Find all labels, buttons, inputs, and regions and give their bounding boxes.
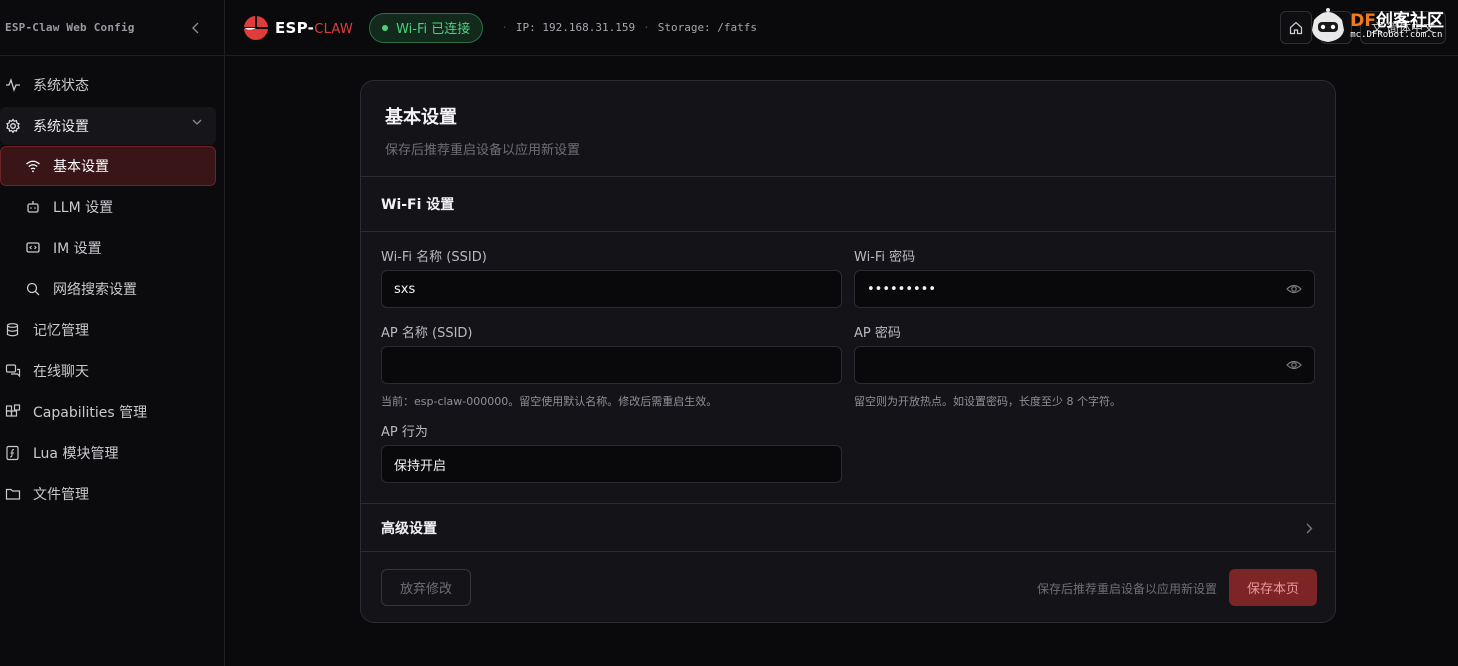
- watermark-url: mc.DFRobot.com.cn: [1350, 30, 1443, 40]
- advanced-settings-label: 高级设置: [381, 520, 437, 537]
- database-icon: [5, 322, 21, 338]
- ap-password-input[interactable]: [854, 346, 1315, 384]
- ap-name-hint: 当前：esp-claw-000000。留空使用默认名称。修改后需重启生效。: [381, 395, 718, 408]
- app-logo: ESP-CLAW: [243, 15, 353, 41]
- dfrobot-watermark: DF创客社区 mc.DFRobot.com.cn: [1308, 6, 1444, 46]
- sidebar-item-label: 文件管理: [33, 486, 89, 503]
- wifi-icon: [25, 158, 41, 174]
- sidebar-item-files[interactable]: 文件管理: [0, 473, 224, 514]
- ssid-value: sxs: [394, 281, 416, 297]
- ap-name-input[interactable]: [381, 346, 842, 384]
- sidebar-item-lua-modules[interactable]: Lua 模块管理: [0, 432, 224, 473]
- gear-icon: [5, 118, 21, 134]
- watermark-title-rest: 创客社区: [1376, 11, 1444, 31]
- sidebar-nav: 系统状态 系统设置 基本设置 LLM 设置 IM 设置 网络搜索设置 记忆管理 …: [0, 56, 224, 514]
- sidebar-item-label: 基本设置: [53, 159, 109, 175]
- sidebar-item-label: 系统设置: [33, 119, 89, 135]
- logo-text: ESP-CLAW: [275, 19, 353, 37]
- separator: ·: [501, 21, 508, 34]
- ssid-input[interactable]: sxs: [381, 270, 842, 308]
- sidebar-item-im-settings[interactable]: IM 设置: [0, 227, 224, 268]
- ap-password-hint: 留空则为开放热点。如设置密码，长度至少 8 个字符。: [854, 395, 1121, 408]
- sidebar-item-label: 记忆管理: [33, 322, 89, 339]
- ssid-field-group: Wi-Fi 名称 (SSID) sxs: [381, 246, 842, 308]
- sidebar-item-label: 在线聊天: [33, 363, 89, 380]
- eye-icon[interactable]: [1286, 282, 1302, 300]
- save-button[interactable]: 保存本页: [1229, 569, 1317, 606]
- topbar: ESP-CLAW Wi-Fi 已连接 · IP: 192.168.31.159 …: [225, 0, 1458, 56]
- sidebar-item-label: LLM 设置: [53, 199, 114, 216]
- logo-icon: [244, 15, 268, 40]
- status-dot-icon: [382, 24, 389, 31]
- password-value: •••••••••: [867, 281, 937, 297]
- ap-behavior-field-group: AP 行为 保持开启: [381, 421, 842, 483]
- logo-main: ESP-: [275, 18, 315, 37]
- chevron-down-icon: [192, 119, 202, 126]
- logo-sub: CLAW: [314, 21, 354, 37]
- sidebar-item-memory[interactable]: 记忆管理: [0, 309, 224, 350]
- home-icon: [1290, 21, 1303, 34]
- activity-icon: [5, 77, 21, 93]
- ip-address: IP: 192.168.31.159: [515, 21, 636, 34]
- ap-behavior-value: 保持开启: [394, 458, 447, 474]
- script-icon: [5, 445, 21, 461]
- ap-name-label: AP 名称 (SSID): [381, 326, 473, 341]
- ap-behavior-label: AP 行为: [381, 425, 428, 440]
- chevron-right-icon: [1306, 522, 1313, 538]
- card-header: 基本设置 保存后推荐重启设备以应用新设置: [361, 81, 1335, 177]
- brand-title: ESP-Claw Web Config: [5, 21, 135, 34]
- password-field-group: Wi-Fi 密码 •••••••••: [854, 246, 1315, 308]
- password-input[interactable]: •••••••••: [854, 270, 1315, 308]
- sidebar-item-label: 网络搜索设置: [53, 281, 137, 298]
- ap-name-field-group: AP 名称 (SSID) 当前：esp-claw-000000。留空使用默认名称…: [381, 322, 842, 409]
- separator: ·: [643, 21, 650, 34]
- blocks-icon: [5, 403, 21, 420]
- sidebar-item-web-search[interactable]: 网络搜索设置: [0, 268, 224, 309]
- storage-path: Storage: /fatfs: [657, 21, 758, 34]
- sidebar-header: ESP-Claw Web Config: [0, 0, 224, 56]
- password-label: Wi-Fi 密码: [854, 250, 916, 265]
- sidebar-item-chat[interactable]: 在线聊天: [0, 350, 224, 391]
- sidebar-item-label: Capabilities 管理: [33, 404, 148, 421]
- watermark-df: DF: [1350, 11, 1376, 31]
- robot-face-logo: [1312, 8, 1345, 42]
- sidebar-item-system-status[interactable]: 系统状态: [0, 64, 224, 105]
- ap-behavior-select[interactable]: 保持开启: [381, 445, 842, 483]
- ap-password-field-group: AP 密码 留空则为开放热点。如设置密码，长度至少 8 个字符。: [854, 322, 1315, 409]
- sidebar-item-label: 系统状态: [33, 77, 89, 94]
- basic-settings-card: 基本设置 保存后推荐重启设备以应用新设置 Wi-Fi 设置 Wi-Fi 名称 (…: [360, 80, 1336, 623]
- sidebar-item-label: IM 设置: [53, 240, 102, 257]
- sidebar-item-basic-settings[interactable]: 基本设置: [0, 146, 216, 186]
- folder-icon: [5, 486, 21, 502]
- ssid-label: Wi-Fi 名称 (SSID): [381, 250, 487, 265]
- chevron-left-icon[interactable]: [190, 22, 202, 34]
- ap-password-label: AP 密码: [854, 326, 901, 341]
- card-footer: 放弃修改 保存后推荐重启设备以应用新设置 保存本页: [361, 552, 1335, 622]
- search-icon: [25, 281, 41, 297]
- watermark-title: DF创客社区: [1350, 12, 1444, 30]
- device-meta: · IP: 192.168.31.159 · Storage: /fatfs: [493, 21, 757, 34]
- chat-icon: [5, 363, 21, 379]
- wifi-section-title: Wi-Fi 设置: [361, 177, 1335, 232]
- watermark-text: DF创客社区 mc.DFRobot.com.cn: [1350, 12, 1444, 40]
- sidebar-item-llm-settings[interactable]: LLM 设置: [0, 186, 224, 227]
- wifi-status-badge: Wi-Fi 已连接: [369, 12, 484, 43]
- advanced-settings-toggle[interactable]: 高级设置: [361, 503, 1335, 552]
- footer-hint: 保存后推荐重启设备以应用新设置: [1036, 582, 1217, 596]
- wifi-form: Wi-Fi 名称 (SSID) sxs Wi-Fi 密码 ••••••••• A…: [361, 232, 1335, 504]
- wifi-status-text: Wi-Fi 已连接: [396, 22, 471, 37]
- discard-button[interactable]: 放弃修改: [381, 569, 471, 606]
- page-subtitle: 保存后推荐重启设备以应用新设置: [385, 143, 581, 158]
- sidebar-item-label: Lua 模块管理: [33, 445, 119, 462]
- sidebar-item-system-settings[interactable]: 系统设置: [0, 107, 216, 145]
- message-code-icon: [25, 240, 41, 256]
- eye-icon[interactable]: [1286, 358, 1302, 376]
- page-title: 基本设置: [385, 107, 457, 128]
- sidebar: ESP-Claw Web Config 系统状态 系统设置 基本设置 LLM 设…: [0, 0, 225, 666]
- sidebar-item-capabilities[interactable]: Capabilities 管理: [0, 391, 224, 432]
- robot-icon: [25, 199, 41, 215]
